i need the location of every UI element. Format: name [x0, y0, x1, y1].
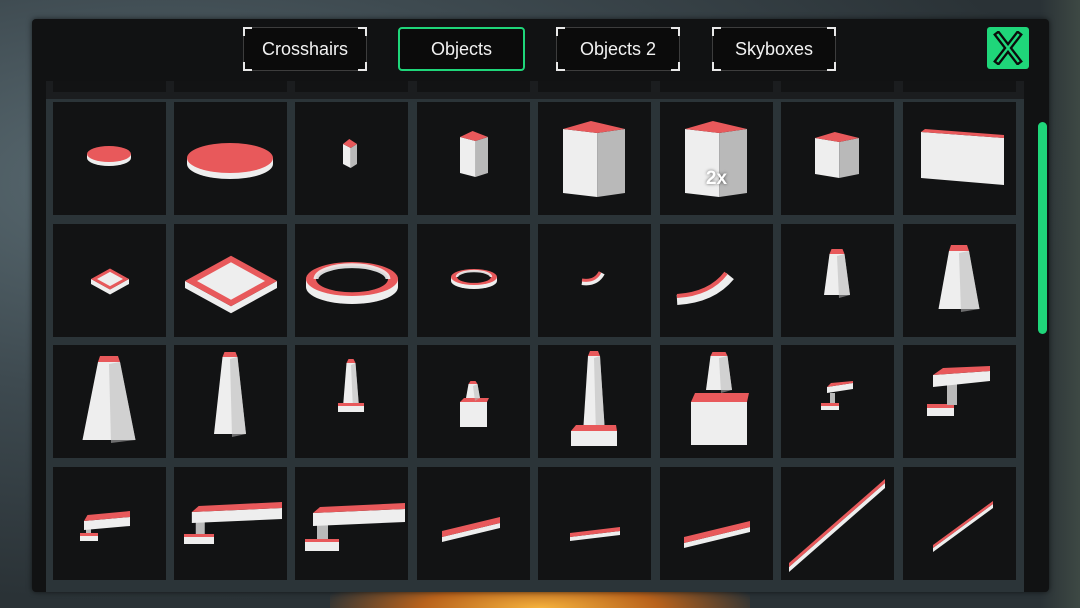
grid-top-strip — [538, 81, 651, 92]
flat-plank-icon — [570, 527, 620, 541]
object-slot-small-tower-on-block[interactable] — [417, 345, 530, 458]
cube-icon — [563, 121, 625, 197]
tab-label: Objects — [430, 38, 493, 59]
small-tower-on-block-icon — [460, 381, 489, 427]
object-slot-step-platform[interactable] — [903, 345, 1016, 458]
object-slot-small-arc[interactable] — [538, 224, 651, 337]
tower-on-block-icon — [691, 352, 749, 445]
large-ledge-platform-icon — [305, 503, 405, 551]
short-rail-icon — [933, 501, 993, 552]
object-count-badge: 2x — [705, 168, 728, 189]
object-slot-large-disc[interactable] — [174, 102, 287, 215]
tab-label: Objects 2 — [579, 38, 657, 59]
small-arc-icon — [581, 271, 605, 286]
object-slot-small-step-platform[interactable] — [781, 345, 894, 458]
tab-skyboxes[interactable]: Skyboxes — [712, 27, 836, 71]
small-disc-icon — [87, 146, 131, 166]
tab-objects[interactable]: Objects — [398, 27, 525, 71]
grid-top-strip — [660, 81, 773, 92]
cube-icon — [685, 121, 747, 197]
grid-top-strip — [781, 81, 894, 92]
small-ledge-platform-icon — [80, 511, 130, 541]
object-slot-short-pillar[interactable] — [417, 102, 530, 215]
thin-tower-on-base-icon — [338, 359, 364, 412]
long-rail-icon — [789, 479, 885, 572]
close-icon — [993, 31, 1023, 65]
object-slot-small-tapered-block[interactable] — [781, 224, 894, 337]
object-slot-cube[interactable]: 2x — [660, 102, 773, 215]
tab-crosshairs[interactable]: Crosshairs — [243, 27, 367, 71]
small-tapered-block-icon — [824, 249, 850, 298]
small-step-platform-icon — [821, 381, 853, 410]
object-slot-large-ledge-platform[interactable] — [295, 467, 408, 580]
object-slot-cube[interactable] — [538, 102, 651, 215]
object-slot-large-arc[interactable] — [660, 224, 773, 337]
long-flat-plank-icon — [684, 521, 750, 548]
object-slot-tall-tower-on-base[interactable] — [538, 345, 651, 458]
object-slot-large-tapered-tower[interactable] — [53, 345, 166, 458]
object-slot-tower-on-block[interactable] — [660, 345, 773, 458]
object-slot-small-ledge-platform[interactable] — [53, 467, 166, 580]
ledge-platform-icon — [184, 502, 282, 544]
large-ring-icon — [306, 262, 398, 304]
large-arc-icon — [676, 271, 734, 305]
step-platform-icon — [927, 366, 990, 416]
tab-label: Crosshairs — [261, 38, 349, 59]
small-ring-icon — [451, 269, 497, 289]
grid-top-edge — [46, 81, 1024, 99]
large-tapered-tower-icon — [82, 356, 136, 443]
close-button[interactable] — [987, 27, 1029, 69]
object-slot-small-ring[interactable] — [417, 224, 530, 337]
object-slot-long-flat-plank[interactable] — [660, 467, 773, 580]
thin-pillar-icon — [343, 139, 357, 168]
tapered-block-icon — [938, 245, 980, 312]
object-slot-long-rail[interactable] — [781, 467, 894, 580]
object-slot-wall-block[interactable] — [781, 102, 894, 215]
object-slot-tapered-block[interactable] — [903, 224, 1016, 337]
wide-wall-icon — [921, 129, 1004, 185]
object-slot-small-disc[interactable] — [53, 102, 166, 215]
object-grid: 2x — [46, 81, 1024, 592]
large-square-ring-icon — [185, 255, 277, 314]
object-picker-panel: Crosshairs Objects Objects 2 Skyboxes 2x — [32, 19, 1049, 592]
large-disc-icon — [187, 143, 273, 179]
grid-top-strip — [174, 81, 287, 92]
grid-top-strip — [903, 81, 1016, 92]
grid-top-strip — [295, 81, 408, 92]
scrollbar-thumb[interactable] — [1038, 122, 1047, 334]
object-slot-thin-pillar[interactable] — [295, 102, 408, 215]
small-flat-plank-icon — [442, 517, 500, 542]
grid-top-strip — [417, 81, 530, 92]
object-slot-tapered-tower[interactable] — [174, 345, 287, 458]
object-slot-thin-tower-on-base[interactable] — [295, 345, 408, 458]
wall-block-icon — [815, 132, 859, 178]
object-slot-wide-wall[interactable] — [903, 102, 1016, 215]
tapered-tower-icon — [214, 352, 246, 437]
tab-bar: Crosshairs Objects Objects 2 Skyboxes — [32, 19, 1049, 81]
tab-label: Skyboxes — [734, 38, 814, 59]
tall-tower-on-base-icon — [571, 351, 617, 446]
tab-objects-2[interactable]: Objects 2 — [556, 27, 680, 71]
object-slot-short-rail[interactable] — [903, 467, 1016, 580]
object-slot-flat-plank[interactable] — [538, 467, 651, 580]
small-square-ring-icon — [91, 268, 129, 295]
object-slot-small-flat-plank[interactable] — [417, 467, 530, 580]
object-slot-large-square-ring[interactable] — [174, 224, 287, 337]
object-slot-ledge-platform[interactable] — [174, 467, 287, 580]
grid-top-strip — [53, 81, 166, 92]
object-slot-large-ring[interactable] — [295, 224, 408, 337]
object-slot-small-square-ring[interactable] — [53, 224, 166, 337]
short-pillar-icon — [460, 131, 488, 177]
